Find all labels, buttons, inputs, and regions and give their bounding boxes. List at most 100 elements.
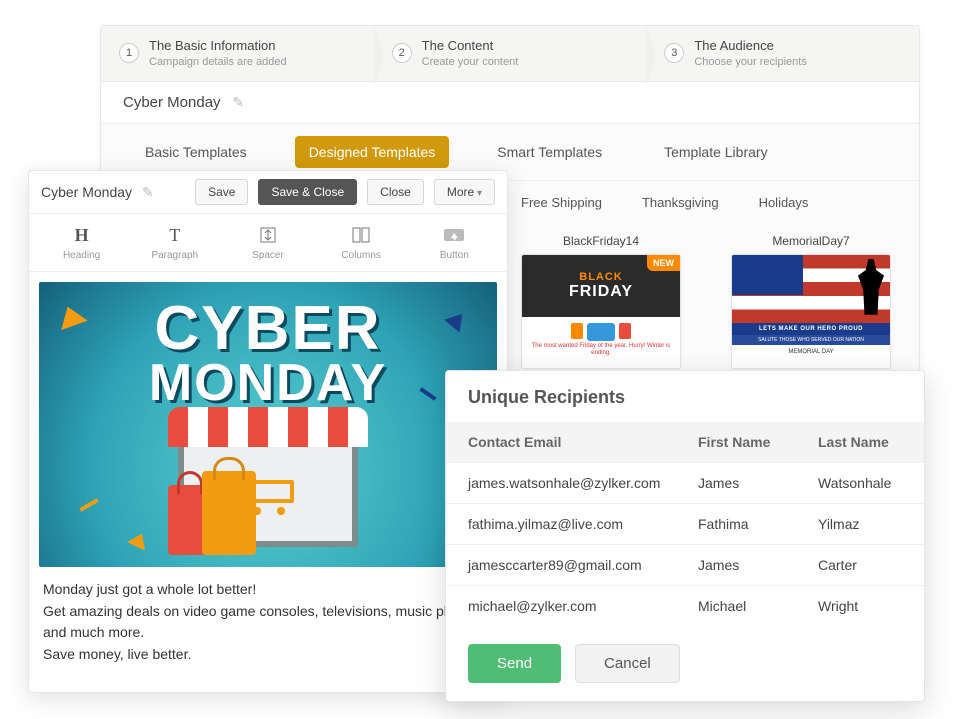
template-card-blackfriday[interactable]: BlackFriday14 NEW BLACK FRIDAY The most … [521, 234, 681, 369]
close-button[interactable]: Close [367, 179, 424, 205]
memorial-brand: MEMORIAL DAY [732, 345, 890, 359]
hero-title-line1: CYBER [39, 300, 497, 359]
filter-thanksgiving[interactable]: Thanksgiving [642, 195, 719, 210]
new-badge: NEW [647, 255, 680, 271]
cell-email: jamesccarter89@gmail.com [468, 557, 698, 573]
step-title: The Audience [694, 38, 807, 54]
paragraph-icon: T [164, 224, 186, 246]
copy-line: Monday just got a whole lot better! [43, 579, 493, 601]
table-row[interactable]: michael@zylker.com Michael Wright [446, 585, 924, 626]
template-thumbnail: NEW LETS MAKE OUR HERO PROUD SALUTE THOS… [731, 254, 891, 369]
template-card-memorial[interactable]: MemorialDay7 NEW LETS MAKE OUR HERO PROU… [731, 234, 891, 369]
tool-label: Button [440, 250, 469, 261]
editor-tools: H Heading T Paragraph Spacer Columns But… [29, 214, 507, 272]
tool-label: Paragraph [151, 250, 198, 261]
col-header-first: First Name [698, 434, 818, 450]
tool-paragraph[interactable]: T Paragraph [140, 224, 210, 261]
copy-line: Get amazing deals on video game consoles… [43, 601, 493, 644]
hero-graphic: CYBER MONDAY [39, 282, 497, 567]
bf-caption: The most wanted Friday of the year. Hurr… [526, 343, 676, 356]
columns-icon [350, 224, 372, 246]
table-row[interactable]: jamesccarter89@gmail.com James Carter [446, 544, 924, 585]
confetti-icon [79, 498, 98, 511]
tool-button[interactable]: Button [419, 224, 489, 261]
tab-smart-templates[interactable]: Smart Templates [483, 136, 616, 168]
email-editor-panel: Cyber Monday ✎ Save Save & Close Close M… [28, 170, 508, 693]
wizard-steps: 1 The Basic Information Campaign details… [101, 26, 919, 82]
pencil-icon[interactable]: ✎ [233, 94, 245, 111]
tab-designed-templates[interactable]: Designed Templates [295, 136, 450, 168]
storefront-icon [587, 323, 615, 341]
table-row[interactable]: fathima.yilmaz@live.com Fathima Yilmaz [446, 503, 924, 544]
wizard-step-1[interactable]: 1 The Basic Information Campaign details… [101, 26, 374, 81]
tab-basic-templates[interactable]: Basic Templates [131, 136, 261, 168]
cell-email: michael@zylker.com [468, 598, 698, 614]
send-button[interactable]: Send [468, 644, 561, 683]
tab-template-library[interactable]: Template Library [650, 136, 782, 168]
modal-actions: Send Cancel [446, 626, 924, 701]
editor-toolbar: Cyber Monday ✎ Save Save & Close Close M… [29, 171, 507, 214]
filter-holidays[interactable]: Holidays [759, 195, 809, 210]
copy-line: Save money, live better. [43, 644, 493, 666]
step-title: The Content [422, 38, 519, 54]
filter-free-shipping[interactable]: Free Shipping [521, 195, 602, 210]
editor-title: Cyber Monday [41, 184, 132, 200]
step-title: The Basic Information [149, 38, 287, 54]
modal-heading: Unique Recipients [446, 371, 924, 422]
soldier-silhouette-icon [858, 259, 884, 315]
save-button[interactable]: Save [195, 179, 248, 205]
cell-first: James [698, 557, 818, 573]
bag-icon [571, 323, 583, 339]
template-thumbnail: NEW BLACK FRIDAY The most wanted Friday … [521, 254, 681, 369]
wizard-step-2[interactable]: 2 The Content Create your content [374, 26, 647, 81]
cell-email: fathima.yilmaz@live.com [468, 516, 698, 532]
cell-first: Michael [698, 598, 818, 614]
bf-line1: BLACK [579, 271, 623, 283]
template-name: MemorialDay7 [731, 234, 891, 248]
cell-last: Yilmaz [818, 516, 902, 532]
save-close-button[interactable]: Save & Close [258, 179, 357, 205]
cell-last: Carter [818, 557, 902, 573]
tool-label: Spacer [252, 250, 284, 261]
tool-heading[interactable]: H Heading [47, 224, 117, 261]
cell-first: James [698, 475, 818, 491]
campaign-name: Cyber Monday [123, 94, 221, 111]
bf-line2: FRIDAY [569, 283, 633, 301]
template-name: BlackFriday14 [521, 234, 681, 248]
step-subtitle: Create your content [422, 56, 519, 69]
cell-last: Wright [818, 598, 902, 614]
step-subtitle: Campaign details are added [149, 56, 287, 69]
table-header: Contact Email First Name Last Name [446, 422, 924, 462]
editor-canvas[interactable]: CYBER MONDAY Monday just got a whole lot… [29, 272, 507, 692]
recipients-table: Contact Email First Name Last Name james… [446, 422, 924, 626]
confetti-icon [127, 529, 151, 550]
col-header-email: Contact Email [468, 434, 698, 450]
heading-icon: H [71, 224, 93, 246]
memorial-bar1: LETS MAKE OUR HERO PROUD [732, 323, 890, 335]
tool-columns[interactable]: Columns [326, 224, 396, 261]
spacer-icon [257, 224, 279, 246]
more-button[interactable]: More [434, 179, 495, 205]
table-row[interactable]: james.watsonhale@zylker.com James Watson… [446, 462, 924, 503]
bag-icon [619, 323, 631, 339]
col-header-last: Last Name [818, 434, 902, 450]
email-copy[interactable]: Monday just got a whole lot better! Get … [39, 567, 497, 682]
cell-first: Fathima [698, 516, 818, 532]
wizard-step-3[interactable]: 3 The Audience Choose your recipients [646, 26, 919, 81]
pencil-icon[interactable]: ✎ [142, 184, 154, 201]
step-number: 1 [119, 43, 139, 63]
cancel-button[interactable]: Cancel [575, 644, 680, 683]
step-subtitle: Choose your recipients [694, 56, 807, 69]
campaign-name-row: Cyber Monday ✎ [101, 82, 919, 124]
shopping-bag-icon [202, 471, 256, 555]
step-number: 3 [664, 43, 684, 63]
recipients-modal: Unique Recipients Contact Email First Na… [445, 370, 925, 702]
cell-last: Watsonhale [818, 475, 902, 491]
cell-email: james.watsonhale@zylker.com [468, 475, 698, 491]
tool-label: Heading [63, 250, 100, 261]
step-number: 2 [392, 43, 412, 63]
memorial-bar2: SALUTE THOSE WHO SERVED OUR NATION [732, 335, 890, 345]
tool-spacer[interactable]: Spacer [233, 224, 303, 261]
tool-label: Columns [341, 250, 380, 261]
button-icon [443, 224, 465, 246]
